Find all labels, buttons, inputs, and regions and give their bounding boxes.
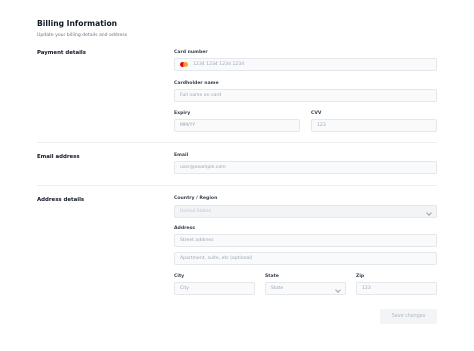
city-label: City [174, 274, 185, 279]
cvv-input[interactable]: 123 [311, 119, 437, 132]
section-divider [37, 185, 437, 186]
country-label: Country / Region [174, 196, 218, 201]
zip-label: Zip [356, 274, 365, 279]
expiry-label: Expiry [174, 111, 191, 116]
apartment-placeholder: Apartment, suite, etc (optional) [180, 256, 253, 261]
card-number-placeholder: 1234 1234 1234 1234 [193, 62, 245, 67]
cvv-label: CVV [311, 111, 322, 116]
state-label: State [265, 274, 279, 279]
cardholder-input[interactable]: Full name on card [174, 89, 437, 102]
cvv-placeholder: 123 [317, 123, 326, 128]
cardholder-placeholder: Full name on card [180, 93, 222, 98]
expiry-placeholder: MM/YY [180, 123, 196, 128]
card-number-input[interactable]: 1234 1234 1234 1234 [174, 58, 437, 71]
section-divider [37, 142, 437, 143]
street-address-placeholder: Street address [180, 238, 214, 243]
country-select[interactable]: United States [174, 205, 437, 218]
email-field[interactable]: user@example.com [174, 161, 437, 174]
mastercard-icon [180, 62, 188, 67]
chevron-down-icon [426, 209, 432, 216]
card-number-label: Card number [174, 50, 208, 55]
expiry-input[interactable]: MM/YY [174, 119, 300, 132]
page-subtitle: Update your billing details and address [37, 33, 128, 38]
street-address-input[interactable]: Street address [174, 234, 437, 247]
section-label-payment: Payment details [37, 50, 86, 56]
city-input[interactable]: City [174, 282, 255, 295]
section-label-address: Address details [37, 197, 85, 203]
address-label: Address [174, 226, 195, 231]
state-value: State [271, 286, 284, 291]
email-placeholder: user@example.com [180, 165, 226, 170]
page-title: Billing Information [37, 19, 118, 28]
section-label-email: Email address [37, 154, 80, 160]
email-label: Email [174, 153, 189, 158]
save-button[interactable]: Save changes [380, 309, 437, 324]
country-value: United States [180, 209, 212, 214]
zip-input[interactable]: 123 [356, 282, 437, 295]
cardholder-label: Cardholder name [174, 81, 219, 86]
apartment-input[interactable]: Apartment, suite, etc (optional) [174, 252, 437, 265]
state-select[interactable]: State [265, 282, 346, 295]
zip-placeholder: 123 [362, 286, 371, 291]
chevron-down-icon [335, 286, 341, 293]
city-placeholder: City [180, 286, 190, 291]
